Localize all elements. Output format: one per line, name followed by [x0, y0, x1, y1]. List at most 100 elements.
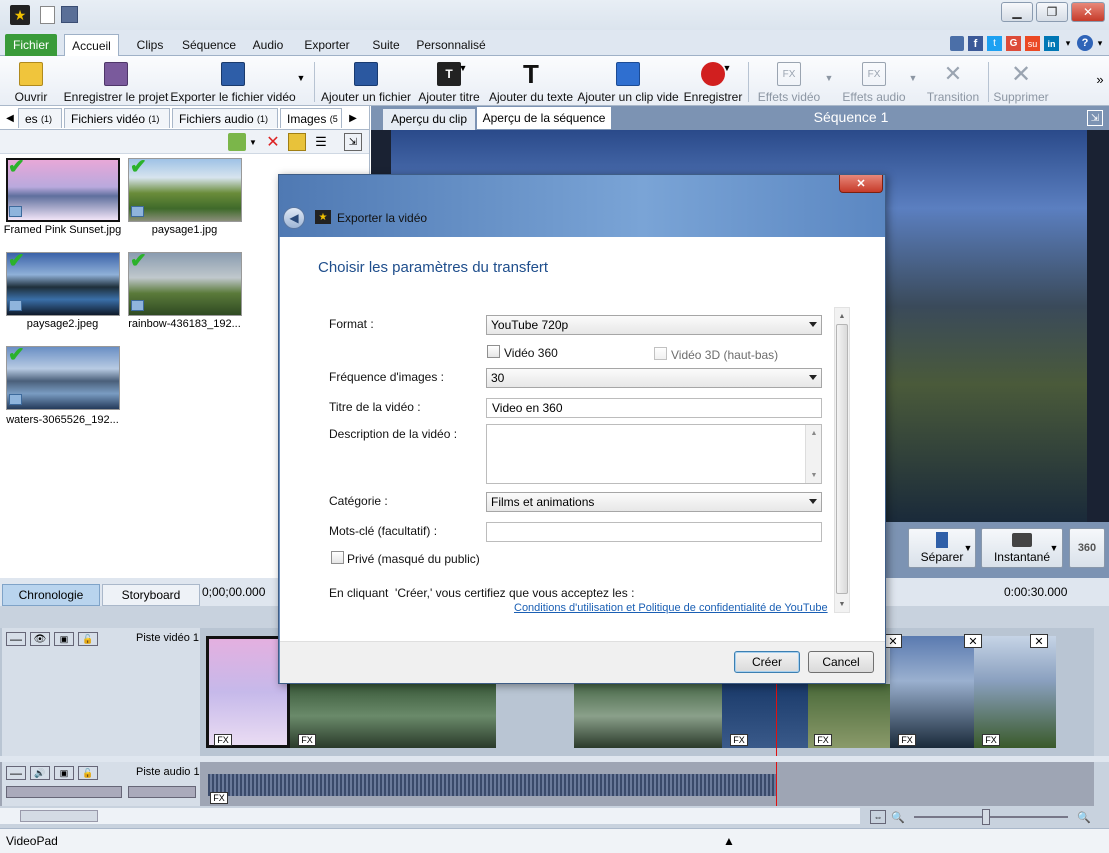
eye-icon[interactable]: 👁: [30, 632, 50, 646]
fx-icon[interactable]: FX: [214, 734, 232, 746]
speaker-icon[interactable]: 🔊: [30, 766, 50, 780]
help-icon[interactable]: ?: [1077, 35, 1093, 51]
keywords-input[interactable]: [486, 522, 822, 542]
save-icon[interactable]: [61, 6, 78, 23]
delete-button[interactable]: ✕ Supprimer: [993, 58, 1048, 105]
undock-icon[interactable]: ⇲: [344, 133, 362, 151]
fx-icon[interactable]: FX: [730, 734, 748, 746]
tab-clips[interactable]: Clips: [130, 34, 170, 56]
zoom-out-icon[interactable]: 🔍: [890, 810, 906, 824]
fx-icon[interactable]: FX: [298, 734, 316, 746]
terms-link[interactable]: Conditions d'utilisation et Politique de…: [514, 602, 828, 614]
expand-up-icon[interactable]: ▲: [722, 834, 736, 848]
tab-timeline[interactable]: Chronologie: [2, 584, 100, 606]
fx-icon[interactable]: FX: [210, 792, 228, 804]
video-title-input[interactable]: Video en 360: [486, 398, 822, 418]
collapse-icon[interactable]: —: [6, 766, 26, 780]
chevron-down-icon[interactable]: ▼: [296, 72, 306, 84]
chevron-down-icon[interactable]: ▾: [1063, 36, 1073, 51]
close-button[interactable]: ✕: [1071, 2, 1105, 22]
maximize-button[interactable]: ❐: [1036, 2, 1068, 22]
linkedin-icon[interactable]: in: [1044, 36, 1059, 51]
fx-icon[interactable]: FX: [898, 734, 916, 746]
add-text-button[interactable]: T Ajouter du texte: [488, 58, 574, 105]
cancel-button[interactable]: Cancel: [808, 651, 874, 673]
export-video-button[interactable]: Exporter le fichier vidéo: [170, 58, 296, 104]
scrollbar-thumb[interactable]: [20, 810, 98, 822]
tab-images[interactable]: Images (5: [280, 108, 342, 128]
chevron-down-icon[interactable]: ▼: [908, 72, 918, 84]
list-view-icon[interactable]: ☰: [312, 133, 330, 151]
tab-storyboard[interactable]: Storyboard: [102, 584, 200, 606]
private-checkbox[interactable]: [331, 551, 344, 564]
zoom-in-icon[interactable]: 🔍: [1076, 810, 1092, 824]
scroll-up-icon[interactable]: ▲: [836, 310, 848, 322]
tab-video-files[interactable]: Fichiers vidéo (1): [64, 108, 170, 128]
vr-360-button[interactable]: 360: [1069, 528, 1105, 568]
google-plus-icon[interactable]: G: [1006, 36, 1021, 51]
stumbleupon-icon[interactable]: su: [1025, 36, 1040, 51]
playhead[interactable]: [776, 762, 777, 806]
video-clip[interactable]: [290, 684, 496, 748]
new-folder-icon[interactable]: [288, 133, 306, 151]
new-file-icon[interactable]: [40, 6, 55, 24]
format-select[interactable]: YouTube 720p: [486, 315, 822, 335]
scroll-right-icon[interactable]: ▶: [347, 110, 359, 126]
transition-button[interactable]: ✕ Transition: [926, 58, 980, 104]
scroll-down-icon[interactable]: ▼: [836, 598, 848, 610]
add-file-button[interactable]: Ajouter un fichier: [321, 58, 411, 104]
save-project-button[interactable]: Enregistrer le projet: [64, 58, 168, 104]
video-clip[interactable]: [974, 636, 1056, 748]
scroll-down-icon[interactable]: ▼: [808, 469, 820, 481]
chevron-down-icon[interactable]: ▼: [824, 72, 834, 84]
tab-suite[interactable]: Suite: [366, 34, 406, 56]
tab-accueil[interactable]: Accueil: [64, 34, 119, 56]
transition-icon[interactable]: ✕: [884, 634, 902, 648]
facebook-icon[interactable]: f: [968, 36, 983, 51]
collapse-icon[interactable]: —: [6, 632, 26, 646]
video-effects-button[interactable]: FX Effets vidéo: [756, 58, 822, 104]
zoom-slider-thumb[interactable]: [982, 809, 990, 825]
fx-icon[interactable]: FX: [982, 734, 1000, 746]
tab-personnalise[interactable]: Personnalisé: [414, 34, 488, 56]
fx-icon[interactable]: FX: [814, 734, 832, 746]
tab-audio-files[interactable]: Fichiers audio (1): [172, 108, 278, 128]
twitter-icon[interactable]: t: [987, 36, 1002, 51]
video-clip[interactable]: [574, 684, 722, 748]
create-button[interactable]: Créer: [734, 651, 800, 673]
zoom-slider[interactable]: [914, 816, 1068, 818]
chevron-down-icon[interactable]: ▼: [961, 528, 975, 568]
transition-icon[interactable]: ✕: [964, 634, 982, 648]
group-icon[interactable]: ▣: [54, 766, 74, 780]
video360-checkbox[interactable]: [487, 345, 500, 358]
add-blank-clip-button[interactable]: Ajouter un clip vide: [577, 58, 679, 104]
tab-audio[interactable]: Audio: [248, 34, 288, 56]
lock-icon[interactable]: 🔓: [78, 632, 98, 646]
minimize-button[interactable]: ▁: [1001, 2, 1033, 22]
volume-slider[interactable]: [6, 786, 122, 798]
video-clip[interactable]: [890, 636, 974, 748]
like-icon[interactable]: [950, 36, 964, 51]
dialog-close-button[interactable]: ✕: [839, 175, 883, 193]
transition-icon[interactable]: ✕: [1030, 634, 1048, 648]
tab-exporter[interactable]: Exporter: [298, 34, 356, 56]
fps-select[interactable]: 30: [486, 368, 822, 388]
chevron-down-icon[interactable]: ▼: [1047, 528, 1061, 568]
remove-icon[interactable]: ✕: [264, 133, 282, 151]
more-chevron-icon[interactable]: »: [1094, 72, 1106, 87]
chevron-down-icon[interactable]: ▼: [458, 62, 468, 74]
textarea-scrollbar[interactable]: ▲ ▼: [805, 425, 821, 483]
scroll-up-icon[interactable]: ▲: [808, 427, 820, 439]
tab-sequence-preview[interactable]: Aperçu de la séquence: [477, 107, 611, 129]
dialog-scrollbar[interactable]: ▲ ▼: [834, 307, 850, 613]
chevron-down-icon[interactable]: ▼: [722, 62, 732, 74]
add-title-button[interactable]: T Ajouter titre: [416, 58, 482, 104]
import-icon[interactable]: [228, 133, 246, 151]
group-icon[interactable]: ▣: [54, 632, 74, 646]
pan-slider[interactable]: [128, 786, 196, 798]
tab-clip-preview[interactable]: Aperçu du clip: [383, 109, 475, 130]
description-textarea[interactable]: ▲ ▼: [486, 424, 822, 484]
undock-icon[interactable]: ⇲: [1087, 110, 1103, 126]
scroll-left-icon[interactable]: ◀: [4, 110, 16, 126]
lock-icon[interactable]: 🔓: [78, 766, 98, 780]
